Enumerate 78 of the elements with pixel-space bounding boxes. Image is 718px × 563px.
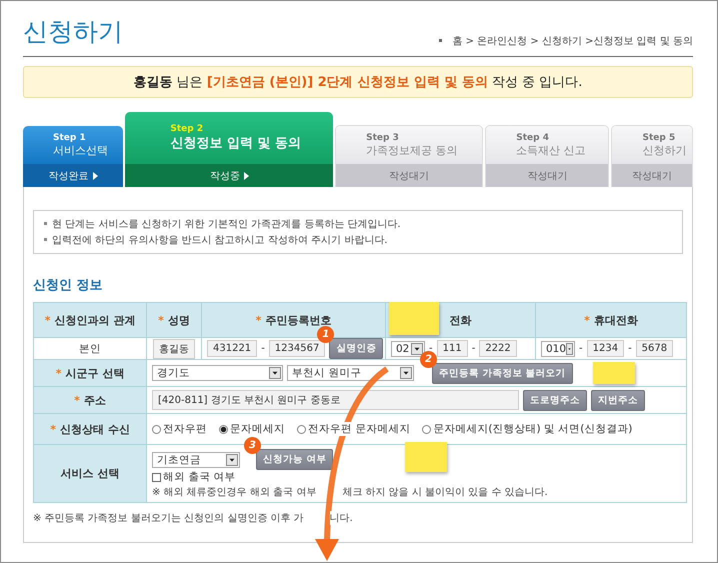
warning-text: 체크 하지 않을 시 불이익이 있을 수 있습니다. bbox=[342, 484, 548, 498]
step-label: 서비스선택 bbox=[53, 142, 109, 158]
required-mark: * bbox=[256, 314, 262, 326]
phone-select[interactable]: 02 bbox=[391, 340, 425, 356]
dropdown-caret-icon bbox=[411, 342, 423, 354]
sticky-note bbox=[593, 362, 635, 384]
page-title: 신청하기 bbox=[23, 16, 123, 48]
checkbox-icon[interactable] bbox=[152, 472, 161, 482]
notice-text: 현 단계는 서비스를 신청하기 위한 기본적인 가족관계를 등록하는 단계입니다. bbox=[44, 217, 672, 231]
mobile-select[interactable]: 010 bbox=[541, 340, 575, 356]
required-mark: * bbox=[50, 422, 56, 436]
sticky-note bbox=[405, 442, 447, 472]
radio-option[interactable]: 전자우편 bbox=[152, 422, 207, 436]
radio-option[interactable]: 전자우편 문자메세지 bbox=[297, 422, 410, 436]
radio-icon[interactable] bbox=[152, 424, 161, 434]
step-status: 작성완료 bbox=[48, 170, 89, 182]
step-label: 가족정보제공 동의 bbox=[366, 142, 459, 158]
sticky-note bbox=[389, 302, 439, 335]
step-label: 신청정보 입력 및 동의 bbox=[170, 135, 302, 152]
dash-separator: - bbox=[579, 343, 583, 354]
radio-icon[interactable] bbox=[422, 424, 432, 434]
dash-separator: - bbox=[628, 343, 632, 354]
step-label: 소득재산 신고 bbox=[516, 142, 587, 158]
dash-separator: - bbox=[472, 343, 476, 354]
row-label: * 주소 bbox=[34, 386, 146, 414]
required-mark: * bbox=[44, 314, 50, 326]
mobile-field[interactable]: 5678 bbox=[636, 340, 674, 357]
radio-option[interactable]: 문자메세지(진행상태) 및 서면(신청결과) bbox=[422, 422, 632, 436]
step-number: Step 3 bbox=[366, 132, 400, 142]
overseas-checkbox[interactable]: 해외 출국 여부 bbox=[152, 470, 236, 484]
row-label: 서비스 선택 bbox=[34, 444, 146, 502]
footer-note: ※ 주민등록 가족정보 불러오기는 신청인의 실명인증 이후 가 bbox=[33, 510, 304, 524]
address-field[interactable]: [420-811] 경기도 부천시 원미구 중동로 bbox=[152, 390, 519, 410]
radio-option[interactable]: 문자메세지 bbox=[219, 422, 285, 436]
step-number: Step 2 bbox=[170, 124, 204, 134]
mobile-field[interactable]: 1234 bbox=[586, 340, 624, 357]
warning-text: ※ 해외 체류중인경우 해외 출국 여부 bbox=[152, 484, 316, 498]
step-number: Step 4 bbox=[516, 132, 550, 142]
step-number-marker: 3 bbox=[244, 437, 261, 454]
id-number-field[interactable]: 1234567 bbox=[268, 340, 326, 357]
dropdown-caret-icon bbox=[400, 367, 412, 379]
breadcrumb: 홈 > 온라인신청 > 신청하기 >신청정보 입력 및 동의 bbox=[439, 34, 693, 48]
dash-separator: - bbox=[261, 343, 265, 354]
step-number: Step 5 bbox=[642, 132, 676, 142]
column-header: * 성명 bbox=[146, 302, 202, 338]
column-header: * 휴대전화 bbox=[536, 302, 686, 338]
step-status: 작성대기 bbox=[389, 170, 430, 182]
step-number-marker: 2 bbox=[420, 350, 437, 368]
step-status: 작성대기 bbox=[527, 170, 568, 182]
notice-text: 입력전에 하단의 유의사항을 반드시 참고하시고 작성하여 주시기 바랍니다. bbox=[44, 233, 672, 247]
province-select[interactable]: 경기도 bbox=[152, 365, 283, 381]
column-header: * 신청인과의 관계 bbox=[34, 302, 146, 338]
footer-note: 니다. bbox=[330, 510, 353, 524]
phone-field[interactable]: 111 bbox=[436, 340, 468, 357]
radio-icon[interactable] bbox=[297, 424, 306, 434]
required-mark: * bbox=[74, 394, 80, 406]
section-title: 신청인 정보 bbox=[33, 277, 104, 294]
radio-icon[interactable] bbox=[219, 424, 228, 434]
step-status: 작성대기 bbox=[632, 170, 672, 182]
phone-field[interactable]: 2222 bbox=[479, 340, 517, 357]
id-number-field[interactable]: 431221 bbox=[207, 340, 258, 357]
step-label: 신청하기 bbox=[642, 142, 688, 158]
dropdown-caret-icon bbox=[269, 367, 281, 379]
dropdown-caret-icon bbox=[566, 342, 573, 354]
triangle-icon bbox=[92, 172, 98, 180]
dropdown-caret-icon bbox=[226, 454, 238, 466]
city-select[interactable]: 부천시 원미구 bbox=[287, 365, 414, 381]
name-field[interactable]: 홍길동 bbox=[153, 338, 195, 358]
row-label: * 신청상태 수신 bbox=[34, 414, 146, 444]
step-number: Step 1 bbox=[53, 132, 87, 142]
service-select[interactable]: 기초연금 bbox=[152, 452, 240, 468]
row-label: * 시군구 선택 bbox=[34, 360, 146, 386]
required-mark: * bbox=[584, 314, 590, 326]
required-mark: * bbox=[158, 314, 164, 326]
triangle-icon bbox=[244, 172, 249, 180]
required-mark: * bbox=[56, 366, 62, 380]
status-banner: 홍길동 님은 [기초연금 (본인)] 2단계 신청정보 입력 및 동의 작성 중 입니다. bbox=[23, 66, 693, 98]
step-status: 작성중 bbox=[210, 170, 240, 182]
